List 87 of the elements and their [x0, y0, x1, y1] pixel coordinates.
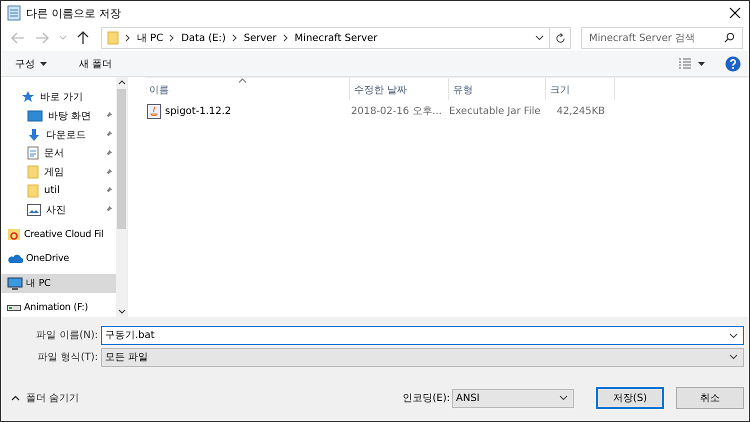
column-header[interactable]: 수정한 날짜 [350, 78, 449, 100]
nav-label: 게임 [44, 166, 64, 180]
nav-label: 내 PC [26, 276, 51, 290]
scroll-thumb[interactable] [117, 89, 126, 229]
nav-item[interactable]: Creative Cloud Fil [1, 225, 116, 244]
monitor-icon [7, 276, 23, 290]
sort-ascending-icon [238, 78, 247, 83]
nav-item[interactable]: OneDrive [1, 250, 116, 268]
nav-label: 바탕 화면 [48, 110, 92, 123]
chevron-right-icon [232, 34, 238, 42]
hide-folders-button[interactable]: 폴더 숨기기 [1, 391, 80, 405]
up-icon[interactable] [77, 31, 89, 45]
nav-item[interactable]: 바탕 화면 [1, 106, 116, 126]
table-cell-text: 42,245KB [556, 106, 606, 116]
close-icon[interactable] [729, 7, 741, 19]
search-field[interactable]: Minecraft Server 검색 [581, 27, 743, 49]
picture-icon [27, 204, 41, 216]
chevron-right-icon [169, 34, 176, 42]
nav-label: util [44, 185, 60, 196]
save-button[interactable]: 저장(S) [596, 387, 664, 409]
drive-icon [7, 304, 21, 311]
chevron-down-icon [559, 395, 568, 401]
window-title: 다른 이름으로 저장 [26, 6, 121, 20]
nav-label: Animation (F:) [24, 302, 88, 314]
nav-item[interactable]: 문서 [1, 144, 116, 163]
chevron-up-icon [11, 395, 20, 401]
chevron-right-icon [125, 34, 131, 42]
desktop-icon [27, 110, 43, 122]
scrollbar[interactable] [116, 77, 127, 317]
folder-icon [107, 31, 119, 45]
scroll-up-icon[interactable] [118, 80, 126, 85]
breadcrumb[interactable]: Minecraft Server [294, 32, 378, 44]
filetype-dropdown[interactable]: 모든 파일 [101, 348, 744, 366]
breadcrumb[interactable]: 내 PC [137, 31, 164, 45]
folder-icon [27, 165, 39, 180]
filename-field[interactable]: 구동기.bat [101, 326, 744, 344]
breadcrumb[interactable]: Data (E:) [181, 32, 226, 44]
chevron-down-icon[interactable] [729, 332, 738, 338]
nav-item[interactable]: 바로 가기 [1, 88, 116, 106]
nav-label: 문서 [44, 147, 64, 160]
breadcrumb[interactable]: Server [244, 32, 277, 44]
field-label: 파일 이름(N): [35, 329, 99, 342]
nav-item[interactable]: util [1, 182, 116, 200]
notepad-icon [7, 5, 21, 21]
nav-label: 사진 [46, 204, 66, 217]
scroll-down-icon[interactable] [118, 309, 126, 314]
pin-icon[interactable] [104, 148, 113, 158]
view-list-icon[interactable] [678, 58, 692, 70]
nav-label: OneDrive [26, 253, 70, 264]
refresh-icon [554, 32, 566, 44]
nav-item[interactable]: 사진 [1, 200, 116, 220]
cancel-button[interactable]: 취소 [676, 387, 744, 409]
search-icon[interactable] [724, 32, 735, 43]
table-cell-text: 2018-02-16 오후... [350, 105, 443, 118]
file-name[interactable]: spigot-1.12.2 [165, 106, 232, 116]
column-header[interactable]: 이름 [145, 78, 350, 100]
column-header[interactable]: 크기 [546, 78, 615, 100]
field-label: 인코딩(E): [402, 392, 450, 405]
chevron-down-icon[interactable] [535, 35, 544, 41]
star-icon [21, 90, 35, 104]
column-header[interactable]: 유형 [449, 78, 546, 100]
document-icon [27, 146, 39, 160]
nav-label: 다운로드 [46, 128, 86, 142]
address-bar[interactable]: 내 PC Data (E:) Server Minecraft Server [101, 27, 550, 49]
folder-icon [7, 227, 21, 242]
download-icon [27, 128, 41, 142]
encoding-dropdown[interactable]: ANSI [452, 388, 574, 408]
java-file-icon [147, 104, 161, 118]
help-icon[interactable] [725, 56, 741, 72]
nav-item[interactable]: 내 PC [1, 274, 116, 293]
cloud-icon [7, 254, 23, 264]
field-label: 파일 형식(T): [36, 351, 99, 364]
folder-icon [27, 184, 39, 198]
nav-label: Creative Cloud Fil [24, 228, 104, 240]
caret-icon [40, 62, 47, 66]
caret-icon[interactable] [698, 62, 705, 66]
pin-icon[interactable] [104, 168, 113, 177]
nav-item[interactable]: Animation (F:) [1, 298, 116, 317]
table-cell-text: Executable Jar File [448, 106, 541, 116]
chevron-right-icon [282, 34, 289, 42]
refresh-button[interactable] [549, 27, 571, 49]
nav-item[interactable]: 게임 [1, 162, 116, 182]
nav-label: 바로 가기 [40, 91, 84, 104]
chevron-down-icon [729, 354, 738, 360]
new-folder-button[interactable]: 새 폴더 [73, 54, 118, 72]
nav-item[interactable]: 다운로드 [1, 125, 116, 144]
organize-button[interactable]: 구성 [9, 54, 53, 72]
